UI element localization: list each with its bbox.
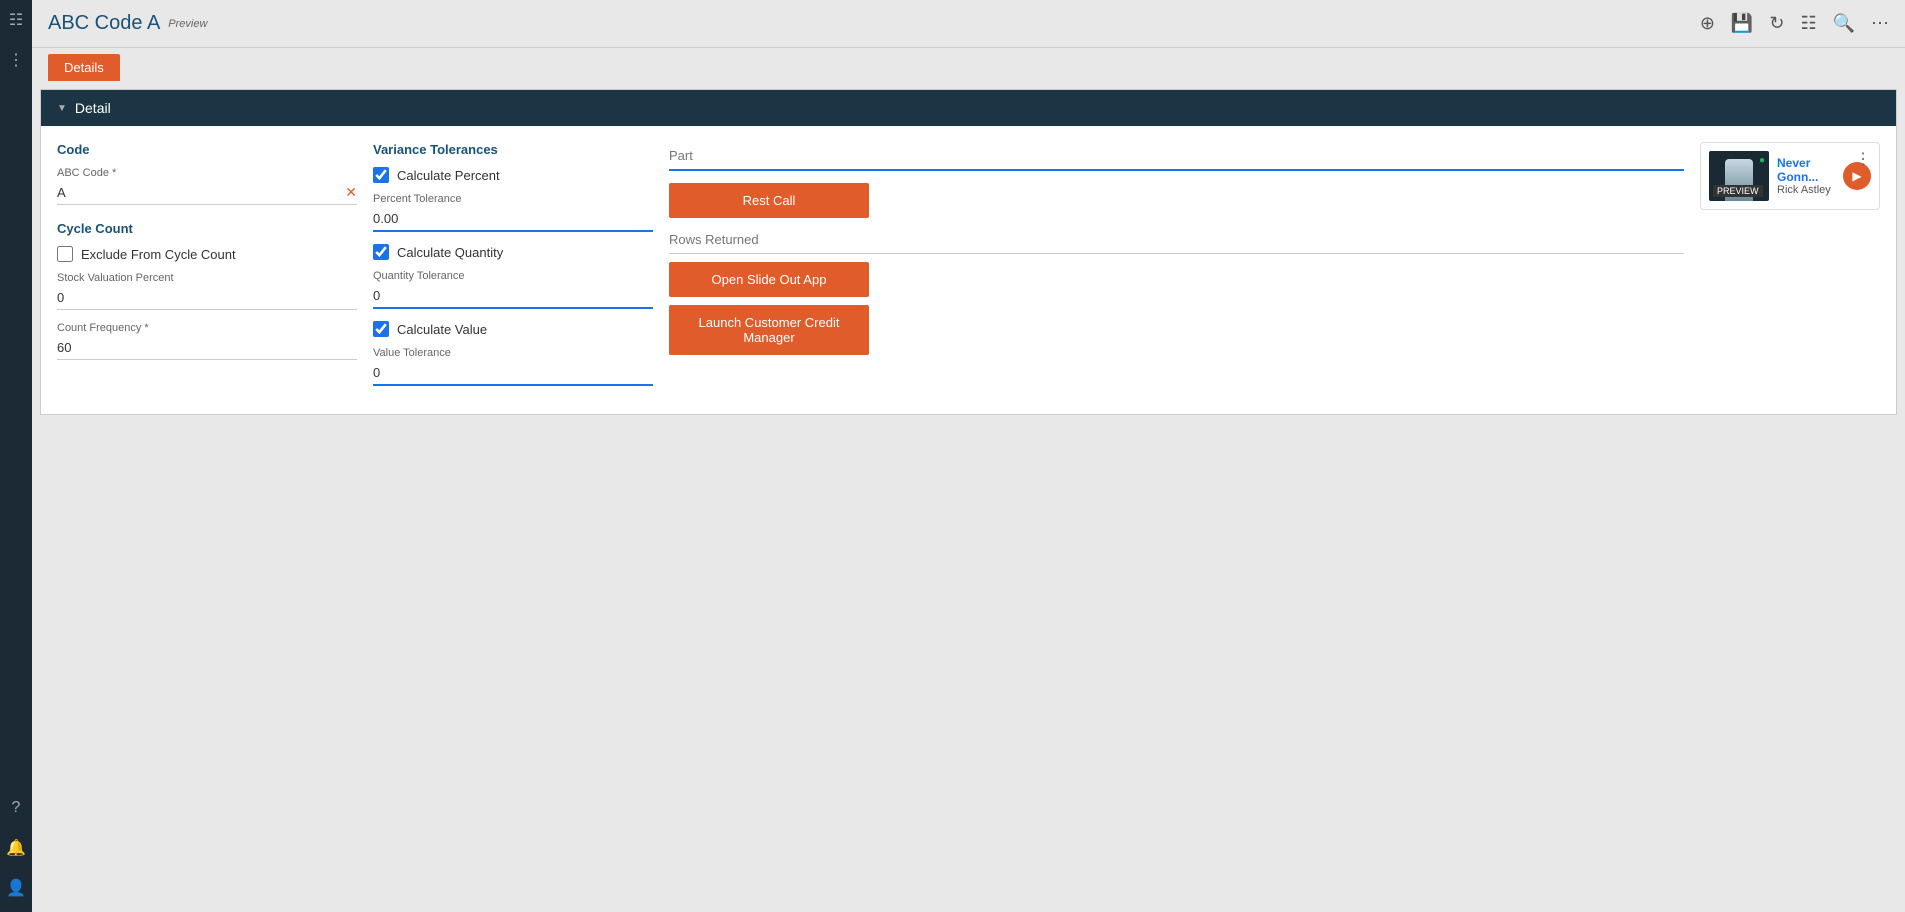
rest-call-button[interactable]: Rest Call bbox=[669, 183, 869, 218]
count-frequency-label: Count Frequency * bbox=[57, 322, 357, 334]
count-frequency-input[interactable] bbox=[57, 336, 357, 360]
spotify-icon: ● bbox=[1759, 155, 1765, 166]
calculate-percent-row: Calculate Percent bbox=[373, 167, 653, 183]
stock-valuation-input[interactable] bbox=[57, 286, 357, 310]
refresh-icon[interactable]: ↻ bbox=[1769, 13, 1784, 34]
calculate-quantity-checkbox[interactable] bbox=[373, 244, 389, 260]
preview-badge: Preview bbox=[168, 18, 207, 30]
grid-icon[interactable]: ☷ bbox=[4, 8, 28, 32]
exclude-cycle-count-row: Exclude From Cycle Count bbox=[57, 246, 357, 262]
code-title: Code bbox=[57, 142, 357, 157]
abc-code-input[interactable] bbox=[57, 181, 345, 204]
section-title: Detail bbox=[75, 100, 111, 116]
music-widget-menu[interactable]: ⋮ bbox=[1855, 149, 1871, 169]
bell-icon[interactable]: 🔔 bbox=[4, 836, 28, 860]
abc-code-label: ABC Code * bbox=[57, 167, 357, 179]
grid-view-icon[interactable]: ☷ bbox=[1800, 13, 1816, 34]
music-artist: Rick Astley bbox=[1777, 184, 1835, 196]
user-icon[interactable]: 👤 bbox=[4, 876, 28, 900]
quantity-tolerance-field: Quantity Tolerance bbox=[373, 270, 653, 309]
value-tolerance-label: Value Tolerance bbox=[373, 347, 653, 359]
music-info: Never Gonn... Rick Astley bbox=[1777, 156, 1835, 196]
apps-icon[interactable]: ⋮ bbox=[4, 48, 28, 72]
open-slide-out-button[interactable]: Open Slide Out App bbox=[669, 262, 869, 297]
part-input[interactable] bbox=[669, 142, 1684, 171]
value-tolerance-input[interactable] bbox=[373, 361, 653, 386]
top-header: ABC Code A Preview ⊕ 💾 ↻ ☷ 🔍 ⋯ bbox=[32, 0, 1905, 48]
search-icon[interactable]: 🔍 bbox=[1833, 13, 1855, 34]
actions-section: Rest Call Open Slide Out App Launch Cust… bbox=[669, 142, 1684, 363]
plus-icon[interactable]: ⊕ bbox=[1700, 13, 1715, 34]
value-tolerance-field: Value Tolerance bbox=[373, 347, 653, 386]
more-icon[interactable]: ⋯ bbox=[1871, 13, 1889, 34]
variance-title: Variance Tolerances bbox=[373, 142, 653, 157]
content-area: ▼ Detail Code ABC Code * ✕ C bbox=[32, 81, 1905, 912]
help-icon[interactable]: ? bbox=[4, 796, 28, 820]
tab-bar: Details bbox=[32, 48, 1905, 81]
calculate-percent-label[interactable]: Calculate Percent bbox=[397, 168, 500, 183]
cycle-count-title: Cycle Count bbox=[57, 221, 357, 236]
preview-label: PREVIEW bbox=[1713, 185, 1763, 197]
quantity-tolerance-label: Quantity Tolerance bbox=[373, 270, 653, 282]
exclude-cycle-count-label[interactable]: Exclude From Cycle Count bbox=[81, 247, 236, 262]
launch-credit-manager-button[interactable]: Launch Customer Credit Manager bbox=[669, 305, 869, 355]
quantity-tolerance-input[interactable] bbox=[373, 284, 653, 309]
percent-tolerance-field: Percent Tolerance bbox=[373, 193, 653, 232]
music-thumbnail: ● PREVIEW bbox=[1709, 151, 1769, 201]
percent-tolerance-input[interactable] bbox=[373, 207, 653, 232]
calculate-value-row: Calculate Value bbox=[373, 321, 653, 337]
abc-code-input-wrapper: ✕ bbox=[57, 181, 357, 205]
collapse-icon[interactable]: ▼ bbox=[57, 103, 67, 114]
music-content: ● PREVIEW Never Gonn... Rick Astley ▶ bbox=[1709, 151, 1871, 201]
calculate-quantity-label[interactable]: Calculate Quantity bbox=[397, 245, 503, 260]
sidebar: ☷ ⋮ ? 🔔 👤 bbox=[0, 0, 32, 912]
count-frequency-field: Count Frequency * bbox=[57, 322, 357, 360]
calculate-value-label[interactable]: Calculate Value bbox=[397, 322, 487, 337]
main-content: ABC Code A Preview ⊕ 💾 ↻ ☷ 🔍 ⋯ Details ▼… bbox=[32, 0, 1905, 912]
save-icon[interactable]: 💾 bbox=[1731, 13, 1753, 34]
calculate-value-checkbox[interactable] bbox=[373, 321, 389, 337]
header-right: ⊕ 💾 ↻ ☷ 🔍 ⋯ bbox=[1700, 13, 1889, 34]
stock-valuation-label: Stock Valuation Percent bbox=[57, 272, 357, 284]
calculate-percent-checkbox[interactable] bbox=[373, 167, 389, 183]
rows-returned-input[interactable] bbox=[669, 226, 1684, 254]
music-widget-section: ⋮ ● PREVIEW Never Gonn... Rick Astley bbox=[1700, 142, 1880, 210]
page-title: ABC Code A bbox=[48, 12, 160, 35]
abc-code-field: ABC Code * ✕ bbox=[57, 167, 357, 205]
music-widget: ⋮ ● PREVIEW Never Gonn... Rick Astley bbox=[1700, 142, 1880, 210]
details-tab[interactable]: Details bbox=[48, 54, 120, 81]
code-section: Code ABC Code * ✕ Cycle Count Exclude Fr… bbox=[57, 142, 357, 372]
music-title: Never Gonn... bbox=[1777, 156, 1835, 184]
detail-body: Code ABC Code * ✕ Cycle Count Exclude Fr… bbox=[41, 126, 1896, 414]
percent-tolerance-label: Percent Tolerance bbox=[373, 193, 653, 205]
detail-section: ▼ Detail Code ABC Code * ✕ C bbox=[40, 89, 1897, 415]
calculate-quantity-row: Calculate Quantity bbox=[373, 244, 653, 260]
detail-header: ▼ Detail bbox=[41, 90, 1896, 126]
header-left: ABC Code A Preview bbox=[48, 12, 207, 35]
exclude-cycle-count-checkbox[interactable] bbox=[57, 246, 73, 262]
stock-valuation-field: Stock Valuation Percent bbox=[57, 272, 357, 310]
clear-icon[interactable]: ✕ bbox=[345, 184, 357, 201]
variance-tolerances-section: Variance Tolerances Calculate Percent Pe… bbox=[373, 142, 653, 398]
